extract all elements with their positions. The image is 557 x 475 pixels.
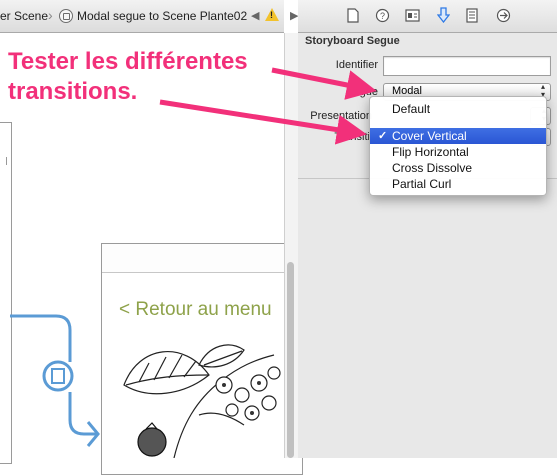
menu-item-label: Cover Vertical: [392, 129, 467, 143]
attributes-inspector-icon[interactable]: [437, 7, 450, 23]
back-to-menu-button[interactable]: < Retour au menu: [119, 299, 272, 321]
transition-dropdown-menu[interactable]: Default ✓ Cover Vertical Flip Horizontal …: [369, 96, 547, 196]
menu-item-flip-horizontal[interactable]: Flip Horizontal: [370, 144, 546, 160]
menu-item-partial-curl[interactable]: Partial Curl: [370, 176, 546, 192]
menu-item-label: Default: [392, 102, 431, 116]
segue-node-icon[interactable]: [42, 360, 74, 392]
scene-edge-marker: [0, 157, 7, 165]
file-inspector-icon[interactable]: [346, 8, 360, 23]
annotation-line-1: Tester les différentes: [8, 48, 248, 75]
quick-help-icon[interactable]: ?: [375, 8, 390, 23]
menu-item-label: Partial Curl: [392, 177, 452, 191]
identity-inspector-icon[interactable]: [405, 9, 420, 22]
inspector-tab-bar: [298, 0, 557, 33]
scene-navigation-bar: [102, 244, 285, 273]
menu-item-label: Flip Horizontal: [392, 145, 469, 159]
size-inspector-icon[interactable]: [466, 8, 478, 23]
menu-item-label: Cross Dissolve: [392, 161, 473, 175]
menu-item-cross-dissolve[interactable]: Cross Dissolve: [370, 160, 546, 176]
breadcrumb-segue[interactable]: Modal segue to Scene Plante02: [77, 9, 247, 23]
identifier-label: Identifier: [335, 59, 378, 71]
plant-illustration: [123, 344, 281, 458]
segue-line-top: [10, 314, 72, 362]
segue-arrow[interactable]: [0, 300, 110, 460]
warning-mark: !: [270, 10, 273, 20]
checkmark-icon: ✓: [378, 130, 388, 142]
identifier-field[interactable]: [383, 56, 551, 76]
annotation-callout: Tester les différentes transitions.: [8, 47, 298, 107]
annotation-line-2: transitions.: [8, 78, 138, 105]
back-arrow-icon[interactable]: ◀: [251, 9, 259, 22]
transition-label: Transiti: [334, 131, 370, 143]
section-title: Storyboard Segue: [305, 35, 400, 47]
menu-item-cover-vertical[interactable]: ✓ Cover Vertical: [370, 128, 546, 144]
menu-item-default[interactable]: Default: [370, 101, 546, 117]
svg-text:?: ?: [380, 11, 385, 21]
breadcrumb-separator-icon: ›: [48, 7, 53, 23]
breadcrumb-scene[interactable]: er Scene: [0, 9, 48, 23]
segue-label: egue: [353, 86, 378, 98]
connections-inspector-icon[interactable]: [496, 8, 511, 23]
presentation-label: Presentation: [310, 110, 372, 122]
segue-icon: [59, 9, 73, 23]
canvas-scrollbar-thumb[interactable]: [287, 262, 294, 458]
